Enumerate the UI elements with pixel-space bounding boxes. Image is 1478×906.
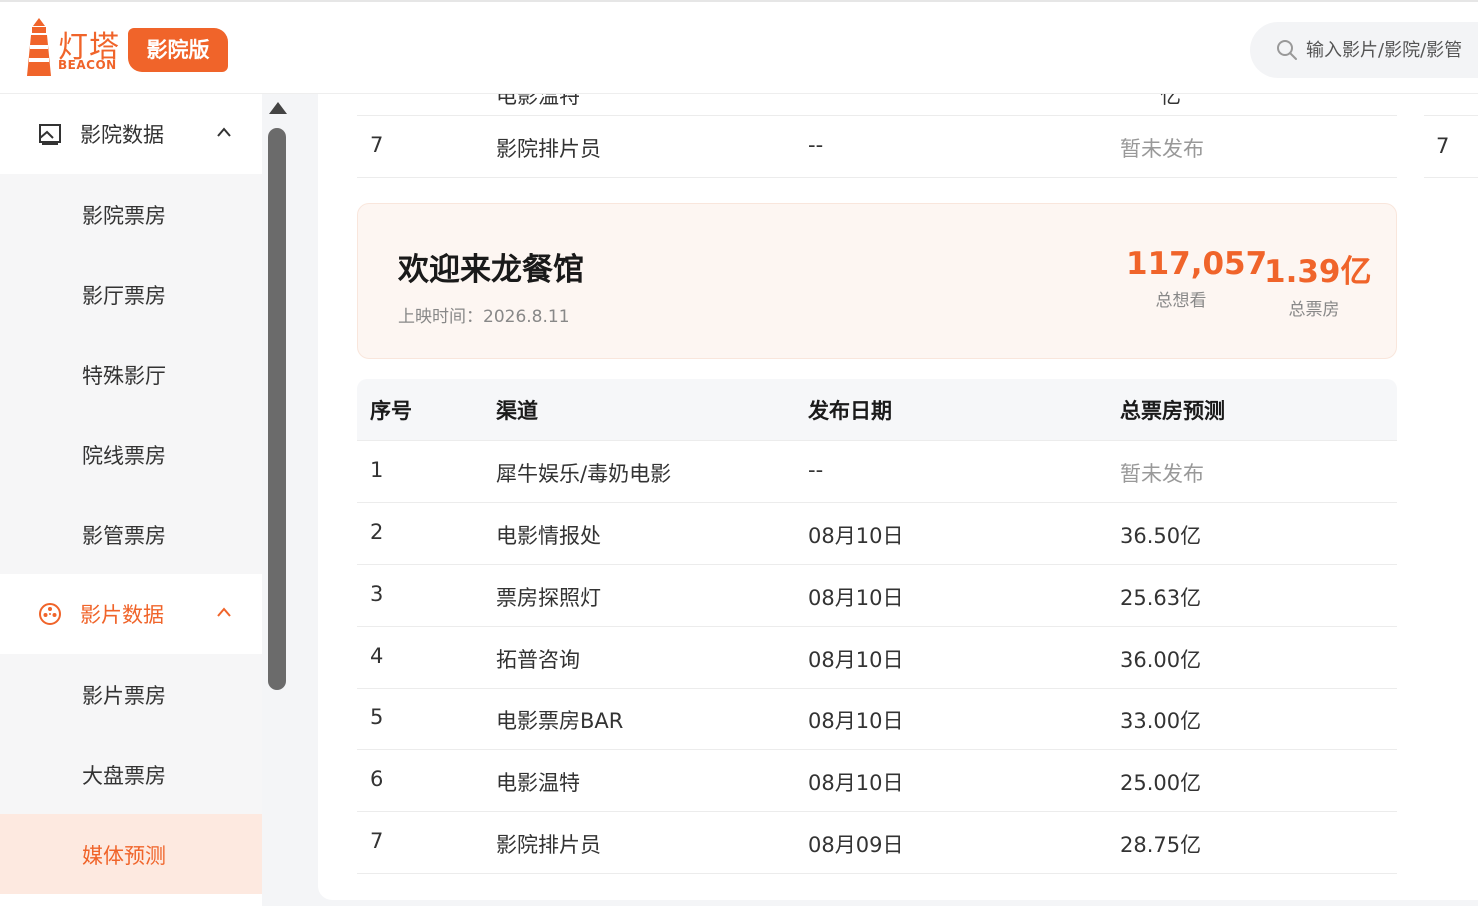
column-header-index: 序号 (370, 399, 412, 423)
row-divider (357, 440, 1397, 441)
cell-date: 08月10日 (808, 648, 904, 672)
cell-index: 7 (370, 829, 384, 853)
film-reel-icon (39, 603, 61, 625)
sidebar-group-cinema-data[interactable]: 影院数据 (0, 94, 262, 174)
row-divider (357, 626, 1397, 627)
lighthouse-icon (27, 18, 51, 76)
cell-date: 08月10日 (808, 771, 904, 795)
cell-forecast: 25.00亿 (1120, 771, 1202, 795)
cell-forecast: 亿 (1160, 94, 1181, 108)
beacon-logo[interactable]: 灯塔 BEACON 影院版 (24, 16, 234, 80)
sidebar-item-management-box-office[interactable]: 影管票房 (0, 494, 262, 574)
row-divider (357, 873, 1397, 874)
sidebar-item-media-forecast[interactable]: 媒体预测 (0, 814, 262, 894)
cell-date: -- (808, 133, 824, 157)
cell-index: 4 (370, 644, 384, 668)
column-header-forecast: 总票房预测 (1120, 399, 1225, 423)
chevron-up-icon (217, 127, 231, 137)
cell-channel: 拓普咨询 (496, 648, 580, 672)
sidebar-group-film-data[interactable]: 影片数据 (0, 574, 262, 654)
sidebar-item-label: 媒体预测 (82, 844, 166, 868)
row-divider (357, 811, 1397, 812)
previous-row-cut: 电影温特 -- 亿 (318, 94, 1418, 114)
search-box[interactable] (1250, 22, 1478, 78)
search-input[interactable] (1306, 34, 1478, 66)
cell-date: 08月10日 (808, 586, 904, 610)
sidebar-group-label: 影院数据 (80, 123, 164, 147)
cell-channel: 犀牛娱乐/毒奶电影 (496, 462, 672, 486)
row-divider (357, 749, 1397, 750)
cell-index: 3 (370, 582, 384, 606)
cell-date: 08月09日 (808, 833, 904, 857)
sidebar-item-label: 影院票房 (82, 204, 166, 228)
sidebar-item-label: 影片票房 (82, 684, 166, 708)
cell-channel: 电影票房BAR (496, 709, 624, 733)
column-header-date: 发布日期 (808, 399, 892, 423)
brand-name-en: BEACON (58, 58, 117, 72)
sidebar-item-label: 特殊影厅 (82, 364, 166, 388)
cell-index: 7 (1436, 134, 1450, 158)
cell-forecast: 33.00亿 (1120, 709, 1202, 733)
sidebar-item-label: 大盘票房 (82, 764, 166, 788)
row-divider (357, 177, 1397, 178)
cell-forecast: 暂未发布 (1120, 137, 1204, 161)
search-icon (1277, 40, 1297, 60)
release-date: 上映时间：2026.8.11 (398, 307, 570, 327)
stat-value: 117,057 (1126, 246, 1268, 282)
sidebar-group-label: 影片数据 (80, 603, 164, 627)
stat-label: 总想看 (1155, 291, 1207, 311)
column-header-channel: 渠道 (496, 399, 538, 423)
chevron-up-icon (217, 607, 231, 617)
cell-channel: 电影温特 (496, 771, 580, 795)
row-divider (357, 502, 1397, 503)
scroll-up-arrow-icon[interactable] (269, 102, 287, 114)
cell-forecast: 36.50亿 (1120, 524, 1202, 548)
cell-forecast: 28.75亿 (1120, 833, 1202, 857)
stat-box-office: 1.39亿 总票房 (1264, 246, 1372, 320)
cell-index: 7 (370, 133, 384, 157)
sidebar-item-cinema-box-office[interactable]: 影院票房 (0, 174, 262, 254)
row-divider (357, 688, 1397, 689)
top-bar: 灯塔 BEACON 影院版 (0, 0, 1478, 94)
cell-forecast: 36.00亿 (1120, 648, 1202, 672)
forecast-table-header: 序号 渠道 发布日期 总票房预测 (357, 379, 1397, 440)
row-divider (357, 115, 1397, 116)
sidebar-item-market-box-office[interactable]: 大盘票房 (0, 734, 262, 814)
sidebar-item-label: 影管票房 (82, 524, 166, 548)
cell-date: -- (808, 458, 824, 482)
cell-channel: 电影情报处 (496, 524, 601, 548)
stat-value: 1.39亿 (1264, 254, 1372, 290)
cell-channel: 影院排片员 (496, 833, 601, 857)
movie-title: 欢迎来龙餐馆 (398, 252, 584, 288)
sidebar-item-special-halls[interactable]: 特殊影厅 (0, 334, 262, 414)
cell-date: 08月10日 (808, 524, 904, 548)
cell-channel: 电影温特 (496, 94, 580, 108)
movie-summary-card[interactable]: 欢迎来龙餐馆 上映时间：2026.8.11 117,057 总想看 1.39亿 … (357, 203, 1397, 359)
sidebar-item-circuit-box-office[interactable]: 院线票房 (0, 414, 262, 494)
stat-label: 总票房 (1288, 300, 1340, 320)
stat-want-to-see: 117,057 总想看 (1126, 246, 1268, 311)
cell-index: 2 (370, 520, 384, 544)
scrollbar-thumb[interactable] (268, 128, 286, 690)
adjacent-panel-peek: 7 (1424, 115, 1478, 178)
cell-index: 6 (370, 767, 384, 791)
cell-index: 1 (370, 458, 384, 482)
edition-badge: 影院版 (128, 28, 228, 72)
cell-channel: 影院排片员 (496, 137, 601, 161)
cell-date: -- (808, 94, 823, 104)
sidebar-item-film-box-office[interactable]: 影片票房 (0, 654, 262, 734)
image-icon (39, 124, 61, 145)
sidebar-item-label: 影厅票房 (82, 284, 166, 308)
sidebar-item-label: 院线票房 (82, 444, 166, 468)
cell-forecast: 25.63亿 (1120, 586, 1202, 610)
cell-date: 08月10日 (808, 709, 904, 733)
row-divider (357, 564, 1397, 565)
sidebar-item-hall-box-office[interactable]: 影厅票房 (0, 254, 262, 334)
cell-index: 5 (370, 705, 384, 729)
sidebar: 影院数据 影院票房 影厅票房 特殊影厅 院线票房 影管票房 影片数据 影片票房 … (0, 94, 262, 906)
cell-channel: 票房探照灯 (496, 586, 601, 610)
cell-forecast: 暂未发布 (1120, 462, 1204, 486)
